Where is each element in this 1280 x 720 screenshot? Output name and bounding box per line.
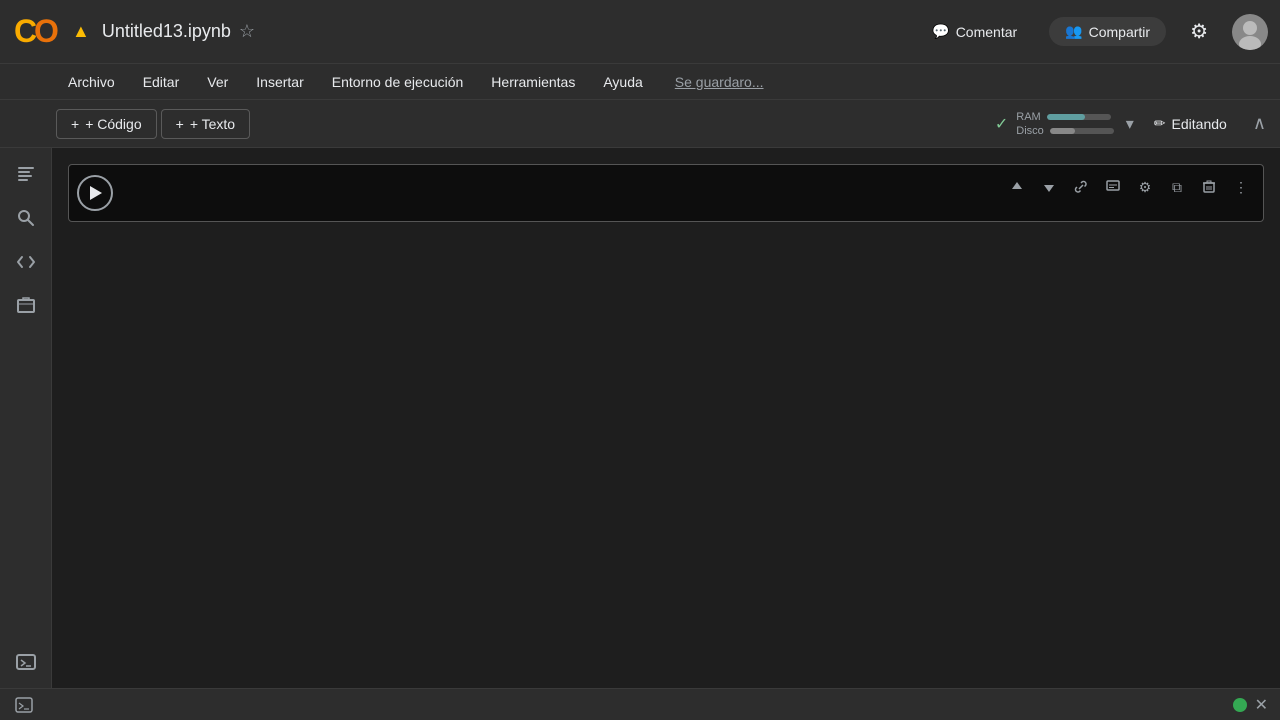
share-icon: 👥	[1065, 23, 1082, 40]
add-text-button[interactable]: + + Texto	[161, 109, 250, 139]
cell-settings-button[interactable]: ⚙	[1131, 173, 1159, 201]
disk-row: Disco	[1016, 125, 1114, 137]
cell-link-button[interactable]	[1067, 173, 1095, 201]
sidebar-files-icon[interactable]	[8, 288, 44, 324]
cell-run-button[interactable]	[77, 175, 113, 211]
terminal-bottom-icon[interactable]	[12, 693, 36, 717]
svg-text:O: O	[34, 13, 59, 49]
menu-archivo[interactable]: Archivo	[56, 70, 127, 94]
ram-row: RAM	[1016, 111, 1114, 123]
cell-delete-button[interactable]	[1195, 173, 1223, 201]
cell-more-button[interactable]: ⋮	[1227, 173, 1255, 201]
share-label: Compartir	[1089, 24, 1150, 40]
settings-button[interactable]: ⚙	[1182, 11, 1216, 52]
toolbar: + + Código + + Texto ✓ RAM Disco ▾ ✏	[0, 100, 1280, 148]
sidebar-toc-icon[interactable]	[8, 156, 44, 192]
disk-bar	[1050, 128, 1114, 134]
menu-ayuda[interactable]: Ayuda	[591, 70, 654, 94]
ram-fill	[1047, 114, 1085, 120]
status-indicator	[1233, 698, 1247, 712]
file-name[interactable]: Untitled13.ipynb	[102, 21, 231, 42]
avatar[interactable]	[1232, 14, 1268, 50]
sidebar-search-icon[interactable]	[8, 200, 44, 236]
cell-move-down-button[interactable]	[1035, 173, 1063, 201]
menu-ver[interactable]: Ver	[195, 70, 240, 94]
notebook-area[interactable]: ⚙ ⧉ ⋮	[52, 148, 1280, 688]
add-text-icon: +	[176, 116, 184, 132]
add-code-label: + Código	[85, 116, 141, 132]
drive-icon: ▲	[72, 21, 90, 42]
bottom-bar: ✕	[0, 688, 1280, 720]
close-bottom-button[interactable]: ✕	[1255, 695, 1268, 715]
menu-bar: Archivo Editar Ver Insertar Entorno de e…	[0, 64, 1280, 100]
main-area: ⚙ ⧉ ⋮	[0, 148, 1280, 688]
add-code-icon: +	[71, 116, 79, 132]
cell-toolbar: ⚙ ⧉ ⋮	[1003, 173, 1255, 201]
cell-move-up-button[interactable]	[1003, 173, 1031, 201]
cell-comment-button[interactable]	[1099, 173, 1127, 201]
menu-editar[interactable]: Editar	[131, 70, 192, 94]
ram-label: RAM	[1016, 111, 1040, 123]
file-info: ▲ Untitled13.ipynb ☆	[72, 21, 916, 42]
menu-entorno[interactable]: Entorno de ejecución	[320, 70, 476, 94]
checkmark-icon: ✓	[995, 114, 1008, 134]
comment-icon: 💬	[932, 23, 949, 40]
editing-label: Editando	[1172, 116, 1227, 132]
disk-label: Disco	[1016, 125, 1044, 137]
collapse-button[interactable]: ∧	[1247, 107, 1272, 140]
comment-button[interactable]: 💬 Comentar	[916, 15, 1033, 48]
add-text-label: + Texto	[190, 116, 235, 132]
toolbar-right: ✓ RAM Disco ▾ ✏ Editando ∧	[995, 107, 1272, 140]
play-icon	[90, 186, 102, 200]
bottom-left	[12, 693, 36, 717]
comment-label: Comentar	[956, 24, 1017, 40]
bottom-right: ✕	[1233, 695, 1268, 715]
disk-fill	[1050, 128, 1076, 134]
menu-insertar[interactable]: Insertar	[244, 70, 315, 94]
star-icon[interactable]: ☆	[239, 21, 255, 42]
pencil-icon: ✏	[1154, 115, 1166, 132]
ram-bar	[1047, 114, 1111, 120]
resource-monitor: RAM Disco	[1016, 111, 1114, 137]
save-status[interactable]: Se guardaro...	[675, 74, 764, 90]
code-cell: ⚙ ⧉ ⋮	[68, 164, 1264, 222]
editing-button[interactable]: ✏ Editando	[1142, 109, 1239, 138]
sidebar-code-icon[interactable]	[8, 244, 44, 280]
menu-herramientas[interactable]: Herramientas	[479, 70, 587, 94]
top-right-actions: 💬 Comentar 👥 Compartir ⚙	[916, 11, 1268, 52]
add-code-button[interactable]: + + Código	[56, 109, 157, 139]
resource-dropdown-icon[interactable]: ▾	[1126, 114, 1134, 134]
top-bar: C O ▲ Untitled13.ipynb ☆ 💬 Comentar 👥 Co…	[0, 0, 1280, 64]
left-sidebar	[0, 148, 52, 688]
cell-copy-button[interactable]: ⧉	[1163, 173, 1191, 201]
co-logo[interactable]: C O	[12, 8, 60, 56]
share-button[interactable]: 👥 Compartir	[1049, 17, 1166, 46]
sidebar-terminal-icon[interactable]	[8, 644, 44, 680]
